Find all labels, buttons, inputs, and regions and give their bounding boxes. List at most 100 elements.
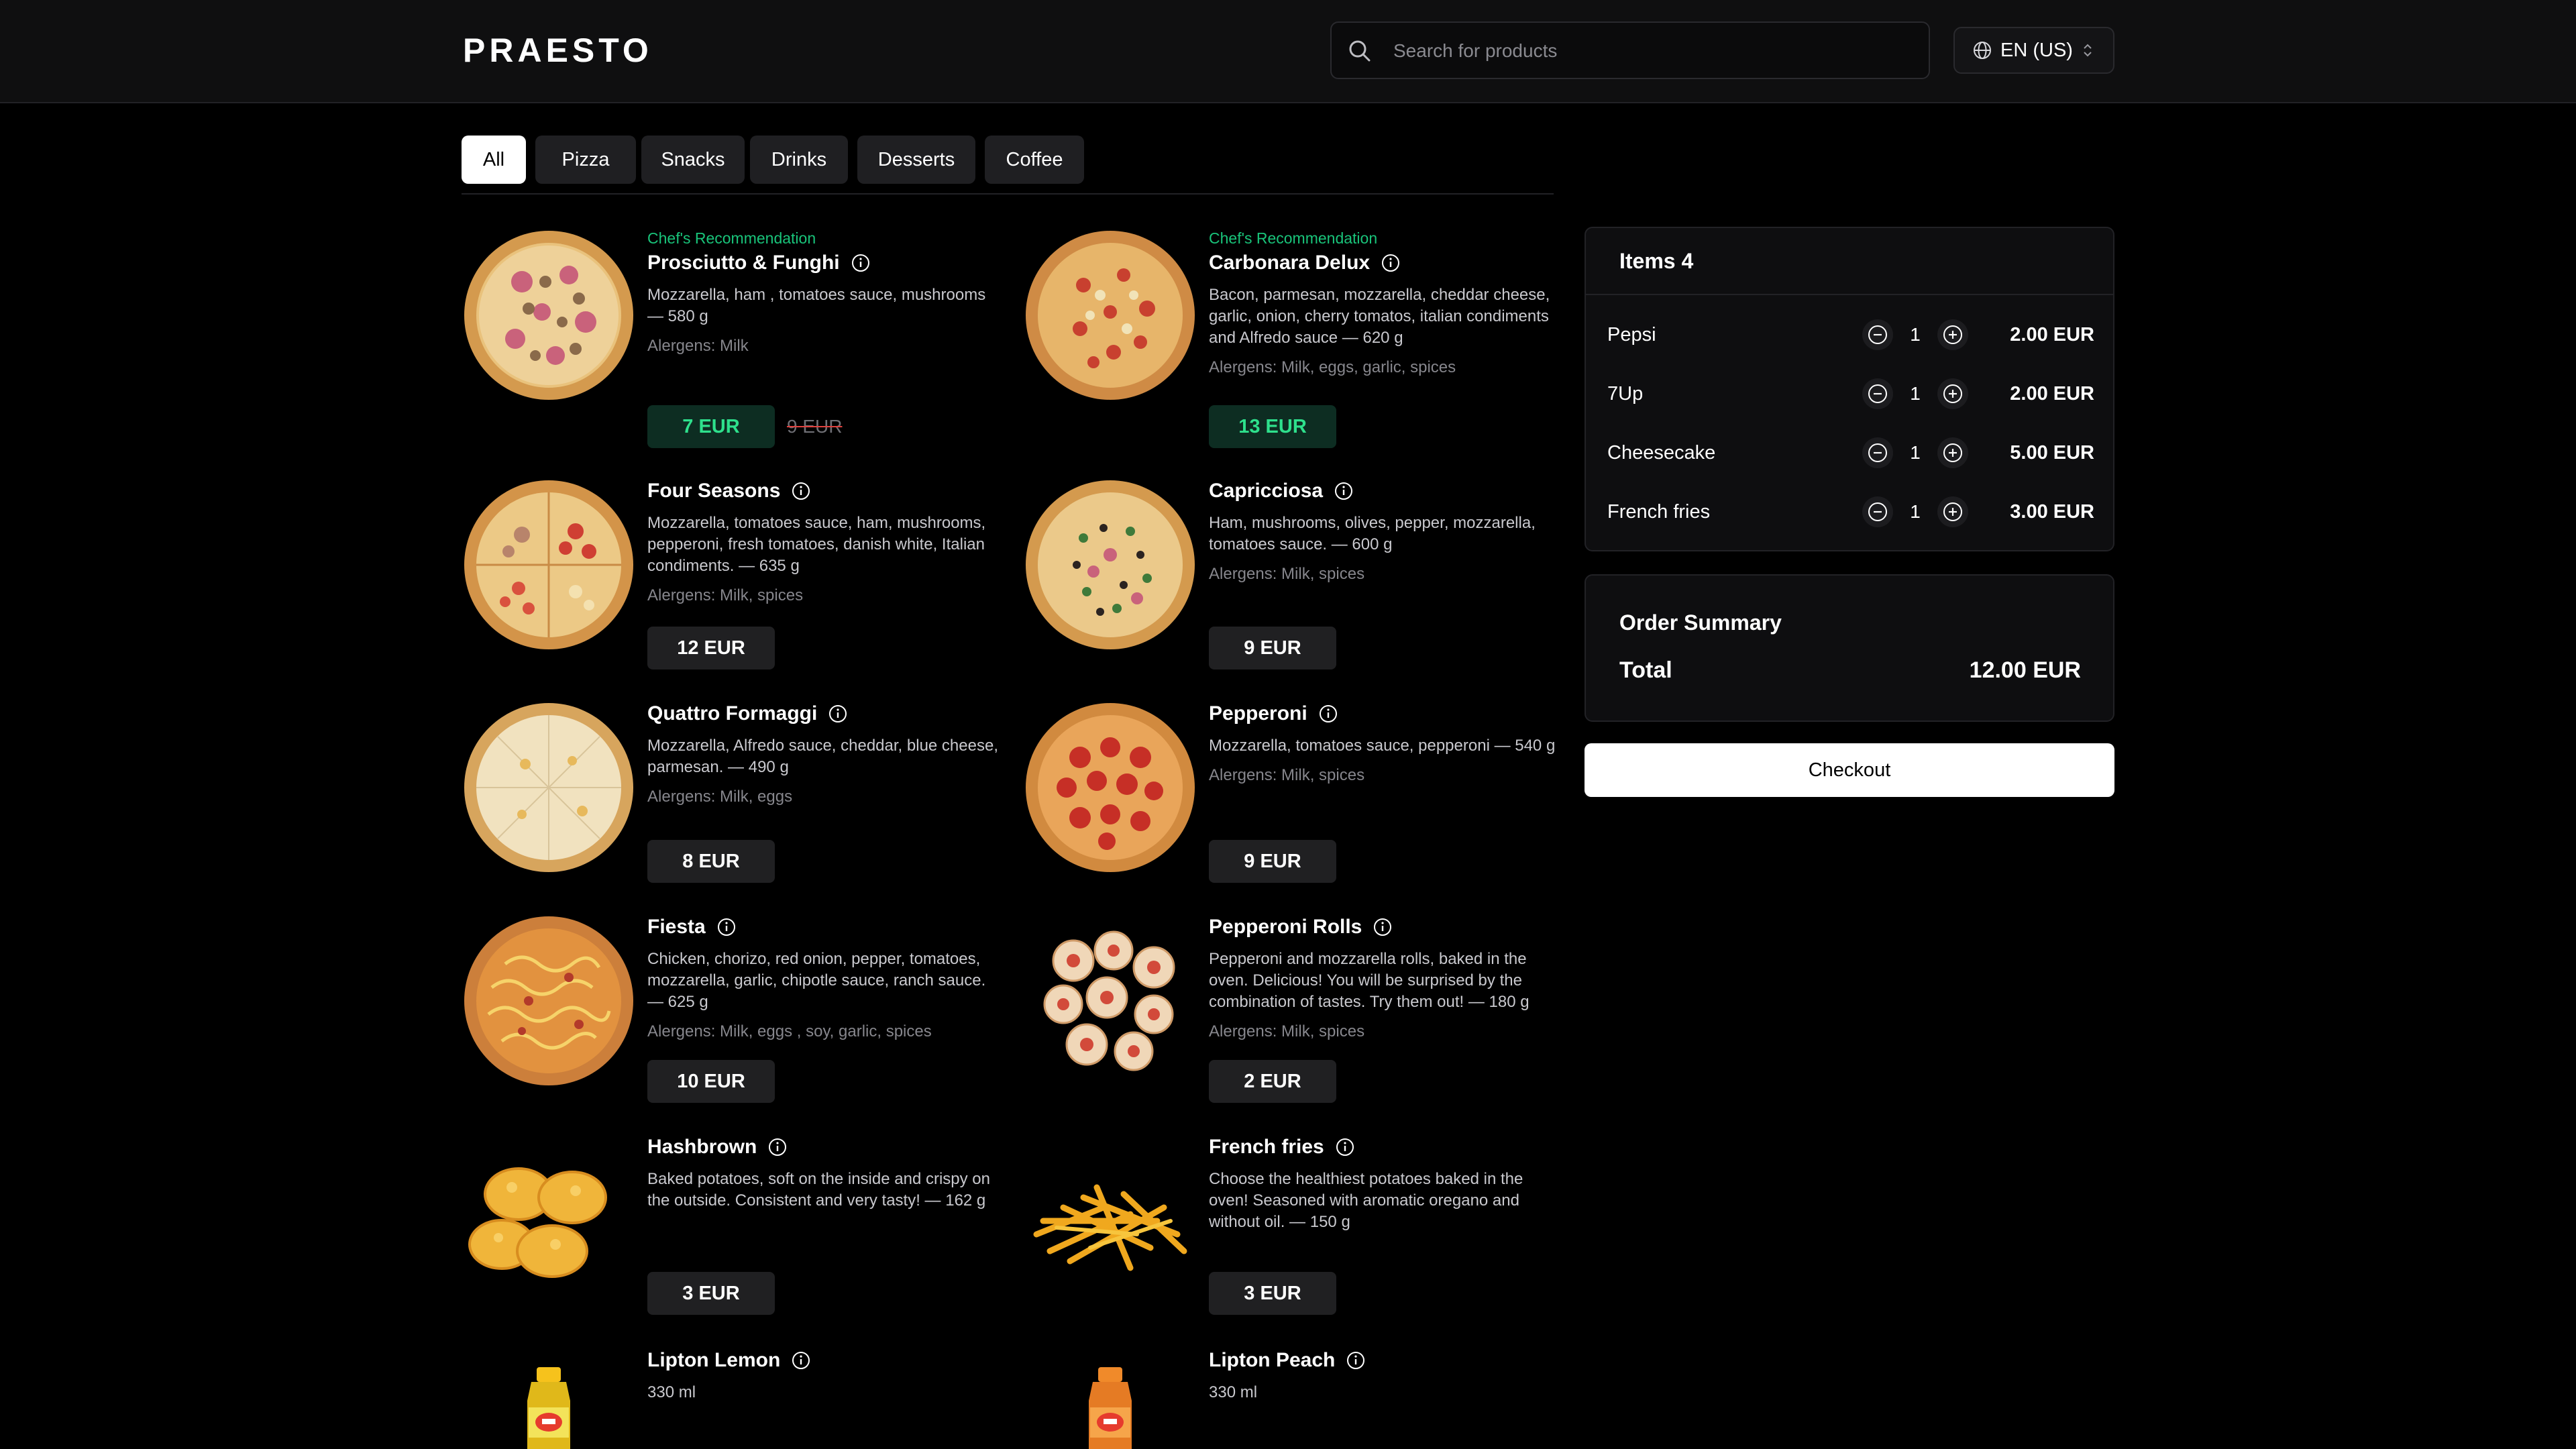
info-icon[interactable] (851, 253, 871, 273)
plus-circle-icon (1943, 502, 1962, 521)
decrease-quantity-button[interactable] (1862, 496, 1893, 527)
product-card[interactable]: Four Seasons Mozzarella, tomatoes sauce,… (462, 478, 1012, 679)
product-description: Baked potatoes, soft on the inside and c… (647, 1170, 990, 1210)
minus-circle-icon (1868, 325, 1887, 344)
product-description: Bacon, parmesan, mozzarella, cheddar che… (1209, 286, 1550, 347)
increase-quantity-button[interactable] (1937, 319, 1968, 350)
cart-item-total: 2.00 EUR (2010, 323, 2094, 345)
product-allergens: Alergens: Milk, eggs, garlic, spices (1209, 358, 1456, 376)
product-card[interactable]: Chef's Recommendation Prosciutto & Fungh… (462, 228, 1012, 448)
old-price: 9 EUR (787, 416, 843, 437)
info-icon[interactable] (791, 1350, 811, 1371)
product-description: Ham, mushrooms, olives, pepper, mozzarel… (1209, 514, 1536, 553)
tabs-divider (462, 193, 1554, 195)
product-card[interactable]: Capricciosa Ham, mushrooms, olives, pepp… (1023, 478, 1573, 679)
product-card[interactable]: Pepperoni Rolls Pepperoni and mozzarella… (1023, 914, 1573, 1115)
language-label: EN (US) (2000, 39, 2073, 61)
pizza-capricciosa-image (1026, 480, 1195, 649)
chevron-updown-icon (2084, 44, 2092, 57)
lipton-lemon-bottle-image (527, 1367, 570, 1449)
info-icon[interactable] (791, 481, 811, 501)
add-to-cart-price-button[interactable]: 13 EUR (1209, 405, 1336, 448)
product-description: Mozzarella, tomatoes sauce, ham, mushroo… (647, 514, 986, 575)
order-summary-panel: Order Summary Total 12.00 EUR (1585, 574, 2114, 722)
product-title: Lipton Lemon (647, 1349, 781, 1371)
minus-circle-icon (1868, 384, 1887, 403)
info-icon[interactable] (716, 917, 737, 937)
add-to-cart-price-button[interactable]: 9 EUR (1209, 627, 1336, 669)
tab-coffee[interactable]: Coffee (985, 136, 1084, 184)
product-card[interactable]: Lipton Peach 330 ml (1023, 1347, 1573, 1449)
product-title: Carbonara Delux (1209, 252, 1371, 274)
search-input[interactable] (1392, 23, 1918, 79)
product-title: Hashbrown (647, 1136, 757, 1158)
add-to-cart-price-button[interactable]: 10 EUR (647, 1060, 775, 1103)
info-icon[interactable] (1335, 1137, 1355, 1157)
product-allergens: Alergens: Milk, spices (1209, 1022, 1365, 1040)
plus-circle-icon (1943, 443, 1962, 462)
add-to-cart-price-button[interactable]: 8 EUR (647, 840, 775, 883)
product-title: Lipton Peach (1209, 1349, 1336, 1371)
decrease-quantity-button[interactable] (1862, 437, 1893, 468)
decrease-quantity-button[interactable] (1862, 319, 1893, 350)
tab-pizza[interactable]: Pizza (535, 136, 636, 184)
globe-icon (1974, 42, 1991, 59)
cart-item-total: 3.00 EUR (2010, 500, 2094, 523)
product-card[interactable]: Lipton Lemon 330 ml (462, 1347, 1012, 1449)
product-card[interactable]: Chef's Recommendation Carbonara Delux Ba… (1023, 228, 1573, 448)
product-card[interactable]: Quattro Formaggi Mozzarella, Alfredo sau… (462, 700, 1012, 902)
add-to-cart-price-button[interactable]: 2 EUR (1209, 1060, 1336, 1103)
info-icon[interactable] (1373, 917, 1393, 937)
pizza-four-seasons-image (464, 480, 633, 649)
cart-item: Pepsi 1 2.00 EUR (1607, 311, 2094, 358)
decrease-quantity-button[interactable] (1862, 378, 1893, 409)
tab-all[interactable]: All (462, 136, 526, 184)
add-to-cart-price-button[interactable]: 9 EUR (1209, 840, 1336, 883)
product-allergens: Alergens: Milk, spices (1209, 565, 1365, 583)
french-fries-image (1033, 1184, 1187, 1271)
cart-item-quantity: 1 (1910, 442, 1921, 463)
cart-item-quantity: 1 (1910, 501, 1921, 522)
product-card[interactable]: French fries Choose the healthiest potat… (1023, 1134, 1573, 1335)
lipton-peach-bottle-image (1089, 1367, 1132, 1449)
product-card[interactable]: Fiesta Chicken, chorizo, red onion, pepp… (462, 914, 1012, 1115)
checkout-button[interactable]: Checkout (1585, 743, 2114, 797)
plus-circle-icon (1943, 384, 1962, 403)
plus-circle-icon (1943, 325, 1962, 344)
info-icon[interactable] (1318, 704, 1338, 724)
info-icon[interactable] (1334, 481, 1354, 501)
cart-item: Cheesecake 1 5.00 EUR (1607, 429, 2094, 476)
product-card[interactable]: Hashbrown Baked potatoes, soft on the in… (462, 1134, 1012, 1335)
language-select[interactable]: EN (US) (1953, 27, 2114, 74)
add-to-cart-price-button[interactable]: 7 EUR (647, 405, 775, 448)
tab-snacks[interactable]: Snacks (641, 136, 745, 184)
cart-item: French fries 1 3.00 EUR (1607, 488, 2094, 535)
logo[interactable]: PRAESTO (463, 31, 653, 70)
product-allergens: Alergens: Milk, spices (647, 586, 804, 604)
increase-quantity-button[interactable] (1937, 437, 1968, 468)
cart-item-name: 7Up (1607, 382, 1644, 405)
product-allergens: Alergens: Milk (647, 337, 749, 355)
increase-quantity-button[interactable] (1937, 496, 1968, 527)
product-card[interactable]: Pepperoni Mozzarella, tomatoes sauce, pe… (1023, 700, 1573, 902)
search-icon (1349, 40, 1371, 62)
product-description: Mozzarella, tomatoes sauce, pepperoni — … (1209, 737, 1556, 755)
cart-item-name: French fries (1607, 500, 1711, 523)
info-icon[interactable] (828, 704, 848, 724)
add-to-cart-price-button[interactable]: 3 EUR (647, 1272, 775, 1315)
search-box[interactable] (1330, 21, 1930, 79)
product-title: Fiesta (647, 916, 706, 938)
info-icon[interactable] (1346, 1350, 1366, 1371)
info-icon[interactable] (767, 1137, 788, 1157)
info-icon[interactable] (1381, 253, 1401, 273)
chef-recommendation-label: Chef's Recommendation (647, 229, 816, 247)
add-to-cart-price-button[interactable]: 12 EUR (647, 627, 775, 669)
add-to-cart-price-button[interactable]: 3 EUR (1209, 1272, 1336, 1315)
total-label: Total (1619, 657, 1672, 683)
pizza-prosciutto-image (464, 231, 633, 400)
total-value: 12.00 EUR (1969, 657, 2081, 683)
product-description: Choose the healthiest potatoes baked in … (1209, 1170, 1523, 1231)
increase-quantity-button[interactable] (1937, 378, 1968, 409)
tab-desserts[interactable]: Desserts (857, 136, 975, 184)
tab-drinks[interactable]: Drinks (750, 136, 848, 184)
